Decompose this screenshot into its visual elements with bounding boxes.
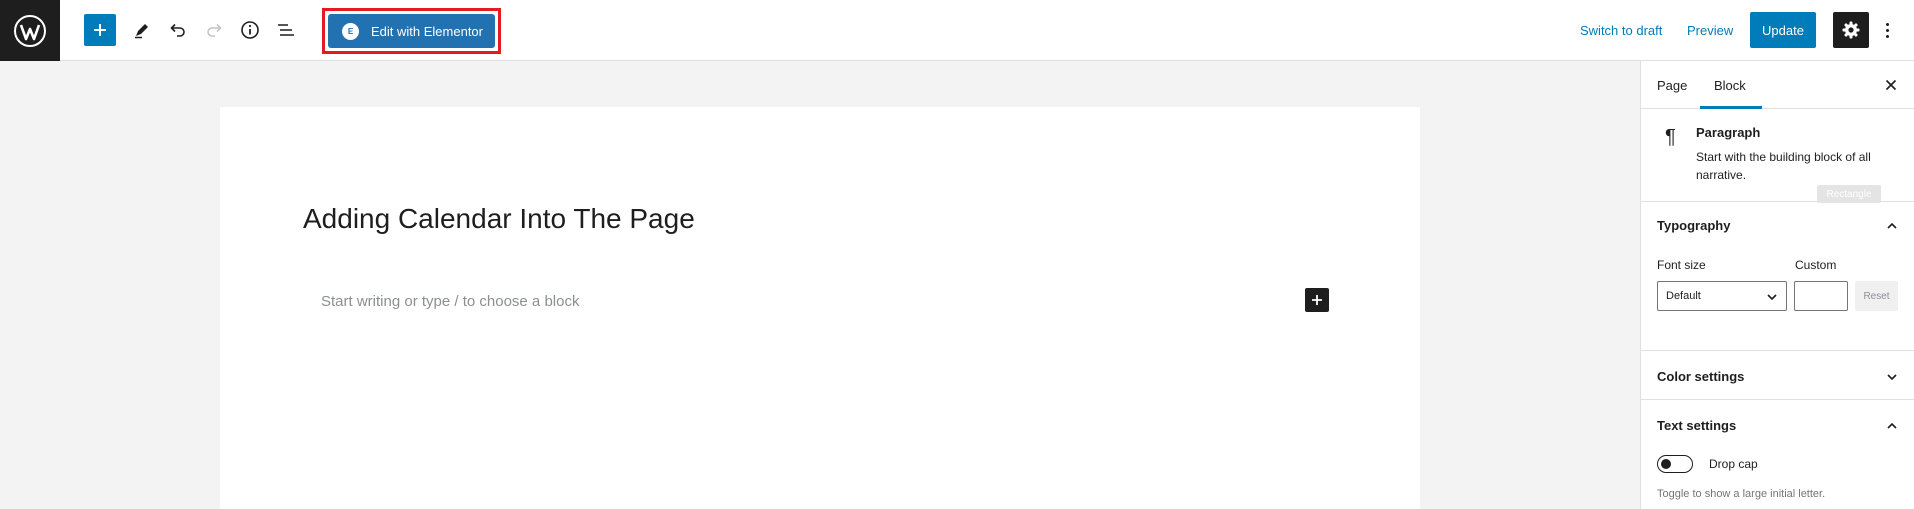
custom-size-label: Custom bbox=[1795, 258, 1837, 272]
undo-icon bbox=[170, 23, 185, 37]
undo-button[interactable] bbox=[162, 14, 194, 46]
drop-cap-help: Toggle to show a large initial letter. bbox=[1657, 488, 1826, 500]
typography-heading[interactable]: Typography bbox=[1657, 218, 1730, 233]
edit-with-elementor-button[interactable]: E Edit with Elementor bbox=[328, 14, 495, 48]
font-size-value: Default bbox=[1666, 290, 1701, 302]
list-view-button[interactable] bbox=[270, 14, 302, 46]
custom-size-input[interactable] bbox=[1794, 281, 1848, 311]
preview-link[interactable]: Preview bbox=[1687, 23, 1733, 38]
divider bbox=[1641, 399, 1914, 400]
block-description: Start with the building block of all nar… bbox=[1696, 150, 1871, 182]
inline-add-block-button[interactable] bbox=[1305, 288, 1329, 312]
switch-to-draft-link[interactable]: Switch to draft bbox=[1580, 23, 1662, 38]
chevron-up-icon[interactable] bbox=[1885, 219, 1899, 233]
details-button[interactable] bbox=[234, 14, 266, 46]
redo-icon bbox=[207, 23, 222, 37]
drop-cap-toggle[interactable] bbox=[1657, 455, 1693, 473]
more-options-button[interactable] bbox=[1877, 14, 1897, 46]
pilcrow-icon: ¶ bbox=[1665, 126, 1676, 148]
tab-block[interactable]: Block bbox=[1714, 78, 1746, 93]
page-content: Adding Calendar Into The Page Start writ… bbox=[220, 107, 1420, 509]
sidebar-tabs: Page Block bbox=[1641, 61, 1914, 109]
wordpress-logo-icon[interactable] bbox=[0, 0, 60, 61]
list-view-icon bbox=[278, 24, 294, 36]
tooltip: Rectangle bbox=[1817, 185, 1881, 203]
close-sidebar-button[interactable] bbox=[1881, 75, 1901, 95]
chevron-up-icon[interactable] bbox=[1885, 419, 1899, 433]
tools-button[interactable] bbox=[126, 14, 158, 46]
block-card: ¶ Paragraph Start with the building bloc… bbox=[1641, 109, 1914, 203]
plus-icon bbox=[1312, 295, 1322, 305]
close-icon bbox=[1885, 79, 1897, 91]
add-block-button[interactable] bbox=[84, 14, 116, 46]
divider bbox=[1641, 350, 1914, 351]
gear-icon bbox=[1842, 21, 1860, 39]
color-settings-heading[interactable]: Color settings bbox=[1657, 369, 1744, 384]
paragraph-placeholder[interactable]: Start writing or type / to choose a bloc… bbox=[321, 293, 579, 310]
chevron-down-icon bbox=[1767, 294, 1777, 301]
editor-canvas: Adding Calendar Into The Page Start writ… bbox=[0, 61, 1640, 509]
elementor-icon: E bbox=[342, 22, 359, 40]
edit-with-elementor-label: Edit with Elementor bbox=[371, 23, 483, 39]
chevron-down-icon[interactable] bbox=[1885, 370, 1899, 384]
info-icon bbox=[241, 21, 259, 39]
settings-button[interactable] bbox=[1833, 12, 1869, 48]
pencil-icon bbox=[135, 24, 148, 39]
block-title: Paragraph bbox=[1696, 125, 1761, 140]
plus-icon bbox=[94, 24, 106, 36]
text-settings-heading[interactable]: Text settings bbox=[1657, 418, 1736, 433]
font-size-label: Font size bbox=[1657, 258, 1706, 272]
font-size-select[interactable]: Default bbox=[1657, 281, 1787, 311]
tab-page[interactable]: Page bbox=[1657, 78, 1687, 93]
vertical-ellipsis-icon bbox=[1885, 22, 1889, 26]
redo-button[interactable] bbox=[198, 14, 230, 46]
editor-header: E Edit with Elementor Switch to draft Pr… bbox=[0, 0, 1914, 61]
reset-button[interactable]: Reset bbox=[1855, 281, 1898, 311]
update-button[interactable]: Update bbox=[1750, 12, 1816, 48]
drop-cap-label: Drop cap bbox=[1709, 457, 1758, 471]
post-title[interactable]: Adding Calendar Into The Page bbox=[303, 203, 695, 235]
settings-sidebar: Page Block ¶ Paragraph Start with the bu… bbox=[1640, 61, 1914, 509]
